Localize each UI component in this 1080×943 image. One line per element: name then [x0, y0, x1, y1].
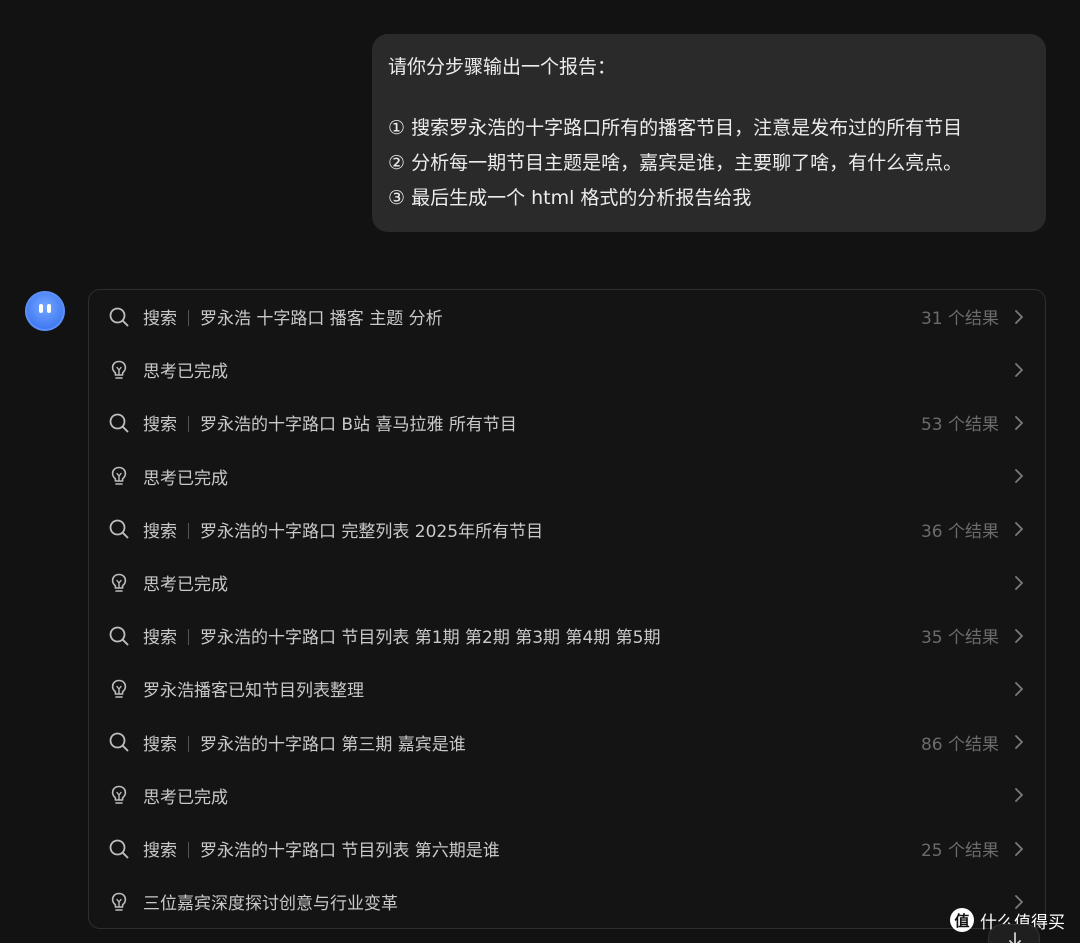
search-step-text: 搜索 罗永浩的十字路口 完整列表 2025年所有节目 — [143, 517, 543, 542]
user-message-line-1: 请你分步骤输出一个报告： — [388, 56, 617, 78]
result-count: 35 个结果 — [920, 628, 999, 649]
think-step-label: 三位嘉宾深度探讨创意与行业变革 — [143, 894, 398, 915]
search-query: 罗永浩的十字路口 节目列表 第1期 第2期 第3期 第4期 第5期 — [200, 628, 661, 649]
user-message-bubble: 请你分步骤输出一个报告： ① 搜索罗永浩的十字路口所有的播客节目，注意是发布过的… — [372, 34, 1046, 232]
chevron-right-icon — [1013, 415, 1025, 431]
lightbulb-icon — [108, 465, 130, 487]
separator — [188, 522, 189, 539]
search-step-label: 搜索 — [143, 628, 177, 649]
search-icon — [108, 412, 130, 434]
think-step-row[interactable]: 罗永浩播客已知节目列表整理 — [89, 662, 1045, 715]
chevron-right-icon — [1013, 841, 1025, 857]
search-step-row[interactable]: 搜索 罗永浩的十字路口 第三期 嘉宾是谁 86 个结果 — [89, 716, 1045, 769]
think-step-label: 思考已完成 — [143, 575, 228, 595]
chevron-right-icon — [1013, 468, 1025, 484]
chevron-right-icon — [1013, 681, 1025, 697]
lightbulb-icon — [108, 678, 130, 700]
search-step-label: 搜索 — [143, 521, 177, 542]
search-icon — [108, 518, 130, 540]
search-step-text: 搜索 罗永浩的十字路口 节目列表 第六期是谁 — [143, 836, 500, 861]
chevron-right-icon — [1013, 734, 1025, 750]
arrow-down-icon — [1009, 932, 1021, 943]
lightbulb-icon — [108, 359, 130, 381]
search-query: 罗永浩的十字路口 完整列表 2025年所有节目 — [200, 521, 544, 542]
think-step-label: 思考已完成 — [143, 468, 228, 489]
search-step-row[interactable]: 搜索 罗永浩的十字路口 完整列表 2025年所有节目 36 个结果 — [89, 503, 1045, 556]
chevron-right-icon — [1013, 521, 1025, 537]
search-query: 罗永浩 十字路口 播客 主题 分析 — [200, 309, 443, 329]
watermark-logo-icon: 值 — [950, 908, 974, 932]
search-step-row[interactable]: 搜索 罗永浩的十字路口 B站 喜马拉雅 所有节目 53 个结果 — [89, 396, 1045, 449]
search-icon — [108, 625, 130, 647]
lightbulb-icon — [108, 572, 130, 594]
think-step-row[interactable]: 思考已完成 — [89, 450, 1045, 503]
lightbulb-icon — [108, 784, 130, 806]
avatar-eye-left — [39, 304, 43, 313]
result-count: 25 个结果 — [920, 841, 999, 861]
search-step-label: 搜索 — [143, 734, 177, 755]
search-query: 罗永浩的十字路口 第三期 嘉宾是谁 — [200, 734, 466, 755]
separator — [188, 310, 189, 326]
search-query: 罗永浩的十字路口 节目列表 第六期是谁 — [200, 841, 500, 861]
lightbulb-icon — [108, 891, 130, 913]
search-step-label: 搜索 — [143, 415, 177, 436]
result-count: 36 个结果 — [920, 521, 999, 542]
search-step-text: 搜索 罗永浩的十字路口 节目列表 第1期 第2期 第3期 第4期 第5期 — [143, 623, 661, 648]
search-step-label: 搜索 — [143, 309, 177, 329]
assistant-steps-panel: 搜索 罗永浩 十字路口 播客 主题 分析 31 个结果 思考已完成 搜索 罗永浩的十字路口… — [88, 289, 1046, 929]
user-message-line-4: ③ 最后生成一个 html 格式的分析报告给我 — [388, 187, 752, 209]
separator — [188, 416, 189, 433]
chevron-right-icon — [1013, 628, 1025, 644]
think-step-row[interactable]: 思考已完成 — [89, 769, 1045, 822]
think-step-row[interactable]: 思考已完成 — [89, 556, 1045, 609]
scroll-down-button[interactable] — [988, 924, 1040, 943]
separator — [188, 629, 189, 646]
separator — [188, 842, 189, 858]
chevron-right-icon — [1013, 575, 1025, 591]
search-step-label: 搜索 — [143, 841, 177, 861]
search-icon — [108, 306, 130, 328]
think-step-row[interactable]: 三位嘉宾深度探讨创意与行业变革 — [89, 875, 1045, 928]
result-count: 86 个结果 — [920, 734, 999, 755]
search-step-row[interactable]: 搜索 罗永浩 十字路口 播客 主题 分析 31 个结果 — [89, 290, 1045, 343]
search-step-row[interactable]: 搜索 罗永浩的十字路口 节目列表 第1期 第2期 第3期 第4期 第5期 35 个结… — [89, 609, 1045, 662]
think-step-label: 思考已完成 — [143, 362, 228, 383]
assistant-avatar-icon — [25, 291, 65, 331]
think-step-row[interactable]: 思考已完成 — [89, 343, 1045, 396]
search-step-text: 搜索 罗永浩的十字路口 第三期 嘉宾是谁 — [143, 730, 466, 755]
search-query: 罗永浩的十字路口 B站 喜马拉雅 所有节目 — [200, 415, 517, 436]
chevron-right-icon — [1013, 309, 1025, 325]
separator — [188, 735, 189, 752]
result-count: 53 个结果 — [920, 415, 999, 436]
search-icon — [108, 731, 130, 753]
user-message-line-2: ① 搜索罗永浩的十字路口所有的播客节目，注意是发布过的所有节目 — [388, 117, 963, 139]
search-step-text: 搜索 罗永浩的十字路口 B站 喜马拉雅 所有节目 — [143, 410, 517, 435]
search-step-text: 搜索 罗永浩 十字路口 播客 主题 分析 — [143, 304, 443, 329]
think-step-label: 思考已完成 — [143, 787, 228, 808]
result-count: 31 个结果 — [920, 309, 999, 329]
chevron-right-icon — [1013, 787, 1025, 803]
user-message-line-3: ② 分析每一期节目主题是啥，嘉宾是谁，主要聊了啥，有什么亮点。 — [388, 152, 963, 174]
chevron-right-icon — [1013, 362, 1025, 378]
search-icon — [108, 838, 130, 860]
think-step-label: 罗永浩播客已知节目列表整理 — [143, 681, 364, 702]
search-step-row[interactable]: 搜索 罗永浩的十字路口 节目列表 第六期是谁 25 个结果 — [89, 822, 1045, 875]
avatar-eye-right — [47, 304, 51, 313]
